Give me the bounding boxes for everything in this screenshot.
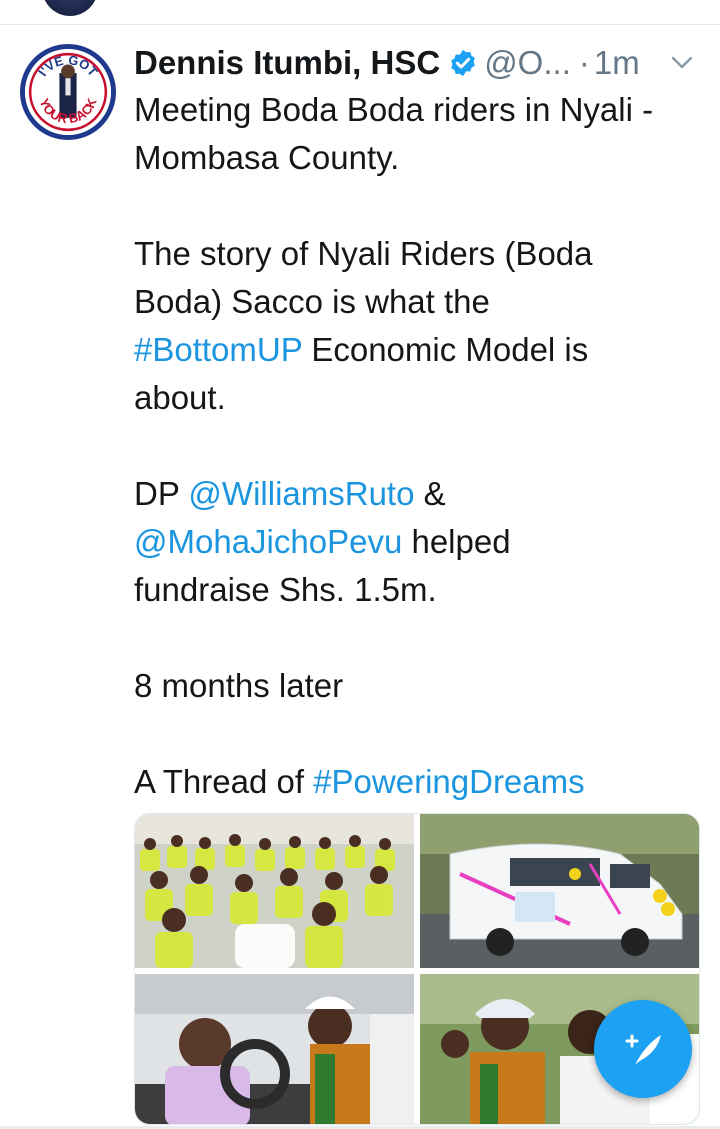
hashtag-poweringdreams[interactable]: #PoweringDreams	[313, 763, 584, 800]
verified-badge-icon	[451, 49, 476, 77]
author-name[interactable]: Dennis Itumbi, HSC	[134, 44, 440, 82]
tweet-line: The story of Nyali Riders (Boda	[134, 235, 593, 272]
compose-tweet-button[interactable]	[594, 1000, 692, 1098]
tweet-text-fragment: Economic Model is	[302, 331, 589, 368]
tweet-line: about.	[134, 379, 226, 416]
tweet-header: Dennis Itumbi, HSC @O... · 1m	[134, 40, 704, 86]
photo-driver-seat[interactable]	[135, 974, 414, 1124]
tweet-text-fragment: DP	[134, 475, 189, 512]
tweet-timestamp[interactable]: 1m	[594, 44, 640, 82]
mention-williamsruto[interactable]: @WilliamsRuto	[188, 475, 414, 512]
header-separator: ·	[578, 44, 590, 81]
tweet-text-fragment: &	[414, 475, 446, 512]
photo-van[interactable]	[420, 814, 699, 968]
photo-van-image	[420, 814, 699, 968]
hashtag-bottomup[interactable]: #BottomUP	[134, 331, 302, 368]
tweet-line: Mombasa County.	[134, 139, 400, 176]
mention-mohajichopevu[interactable]: @MohaJichoPevu	[134, 523, 402, 560]
tweet-line: #BottomUP Economic Model is	[134, 326, 694, 374]
tweet-line: @MohaJichoPevu helped	[134, 518, 694, 566]
photo-driver-seat-image	[135, 974, 414, 1124]
tweet-line: fundraise Shs. 1.5m.	[134, 571, 437, 608]
avatar-badge-graphic: I'VE GOT YOUR BACK	[25, 49, 111, 135]
author-handle[interactable]: @O...	[484, 44, 571, 82]
divider	[0, 24, 720, 25]
tweet-text-fragment: helped	[402, 523, 511, 560]
compose-tweet-icon	[625, 1034, 661, 1065]
tweet-line: 8 months later	[134, 667, 344, 704]
photo-riders-meeting-image	[135, 814, 414, 968]
tweet-line: Meeting Boda Boda riders in Nyali -	[134, 91, 654, 128]
tweet-text: Meeting Boda Boda riders in Nyali - Momb…	[134, 86, 694, 806]
tweet-line: DP @WilliamsRuto &	[134, 470, 694, 518]
previous-tweet-avatar[interactable]	[42, 0, 98, 16]
chevron-down-icon[interactable]	[670, 52, 694, 72]
tweet-line: A Thread of #PoweringDreams	[134, 758, 694, 806]
tweet-line: Boda) Sacco is what the	[134, 283, 490, 320]
tweet-text-fragment: A Thread of	[134, 763, 314, 800]
photo-riders-meeting[interactable]	[135, 814, 414, 968]
author-avatar[interactable]: I'VE GOT YOUR BACK	[20, 44, 116, 140]
